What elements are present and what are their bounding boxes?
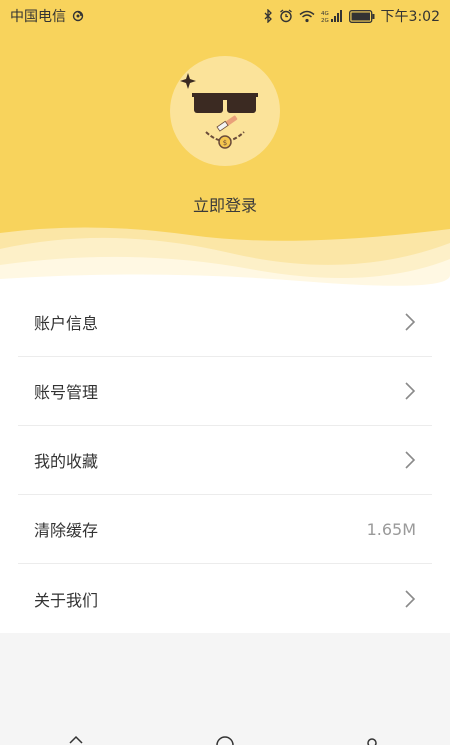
chevron-right-icon	[405, 589, 416, 608]
carrier-name: 中国电信	[10, 9, 66, 25]
status-bar: 中国电信 4G 2G 下午3:02	[0, 0, 450, 32]
chevron-right-icon	[405, 382, 416, 400]
menu-item-about-us[interactable]: 关于我们	[18, 564, 432, 633]
avatar[interactable]: $	[170, 56, 280, 166]
recent-nav-icon	[367, 738, 377, 745]
carrier-signal-icon	[72, 10, 84, 22]
menu-item-label: 账户信息	[34, 314, 99, 333]
menu-item-clear-cache[interactable]: 清除缓存 1.65M	[18, 495, 432, 564]
cache-size-value: 1.65M	[366, 519, 416, 539]
bottom-nav-hint	[69, 735, 377, 745]
battery-icon	[348, 9, 375, 23]
menu-item-account-info[interactable]: 账户信息	[18, 288, 432, 357]
network-label-4g: 4G	[321, 11, 329, 17]
login-link[interactable]: 立即登录	[0, 192, 450, 216]
sunglasses-face-icon: $	[180, 73, 258, 149]
wifi-icon	[299, 10, 315, 22]
bluetooth-icon	[264, 9, 272, 23]
profile-header: 中国电信 4G 2G 下午3:02 $ 立即登录	[0, 0, 450, 290]
menu-item-account-management[interactable]: 账号管理	[18, 357, 432, 426]
settings-menu: 账户信息 账号管理 我的收藏 清除缓存 1.65M 关于我们	[0, 288, 450, 633]
home-nav-icon	[216, 736, 234, 745]
alarm-icon	[279, 9, 292, 23]
chevron-right-icon	[405, 313, 416, 331]
menu-item-label: 关于我们	[34, 590, 99, 610]
clock-time: 下午3:02	[380, 9, 440, 25]
menu-item-label: 账号管理	[34, 383, 99, 402]
svg-text:$: $	[223, 139, 227, 147]
wave-decoration	[0, 227, 450, 290]
back-nav-icon	[69, 735, 83, 744]
chevron-right-icon	[405, 451, 416, 469]
cell-signal-icon: 4G 2G	[321, 10, 342, 23]
menu-item-label: 我的收藏	[34, 452, 99, 471]
menu-item-label: 清除缓存	[34, 521, 99, 540]
menu-item-favorites[interactable]: 我的收藏	[18, 426, 432, 495]
network-label-2g: 2G	[321, 18, 329, 23]
